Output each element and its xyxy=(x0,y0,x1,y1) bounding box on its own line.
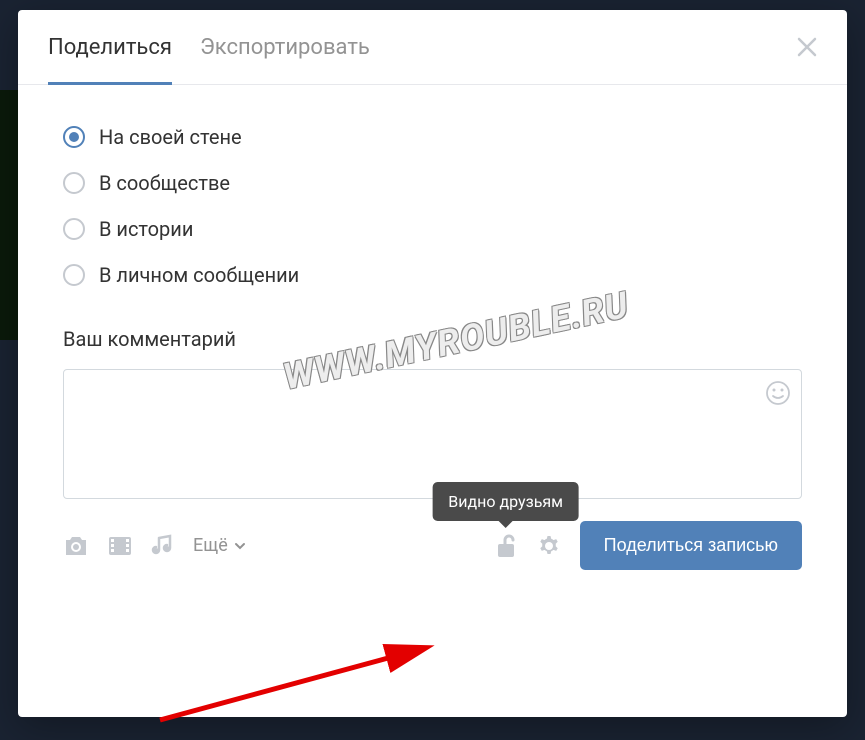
modal-body: На своей стене В сообществе В истории В … xyxy=(18,85,847,717)
radio-circle-icon xyxy=(63,218,85,240)
radio-label: В сообществе xyxy=(99,171,230,195)
attach-photo-button[interactable] xyxy=(63,534,89,558)
attach-audio-button[interactable] xyxy=(151,534,175,558)
share-target-radio-group: На своей стене В сообществе В истории В … xyxy=(63,125,802,287)
share-submit-button[interactable]: Поделиться записью xyxy=(580,521,802,570)
radio-label: На своей стене xyxy=(99,125,242,149)
attach-video-button[interactable] xyxy=(107,534,133,558)
music-icon xyxy=(151,534,175,558)
camera-icon xyxy=(63,534,89,558)
radio-circle-icon xyxy=(63,172,85,194)
comment-label: Ваш комментарий xyxy=(63,327,802,351)
tabs: Поделиться Экспортировать xyxy=(48,10,370,84)
comment-box xyxy=(63,369,802,499)
radio-circle-icon xyxy=(63,126,85,148)
privacy-button[interactable] xyxy=(494,533,518,559)
emoji-icon xyxy=(765,380,791,406)
video-icon xyxy=(107,534,133,558)
share-modal: Поделиться Экспортировать На своей стене… xyxy=(18,10,847,717)
modal-header: Поделиться Экспортировать xyxy=(18,10,847,85)
gear-icon xyxy=(536,533,562,559)
radio-story[interactable]: В истории xyxy=(63,217,802,241)
comment-textarea[interactable] xyxy=(64,370,801,498)
chevron-down-icon xyxy=(233,539,247,553)
more-label: Ещё xyxy=(193,535,228,556)
settings-button[interactable] xyxy=(536,533,562,559)
emoji-button[interactable] xyxy=(765,380,791,410)
more-attachments-button[interactable]: Ещё xyxy=(193,535,247,556)
radio-community[interactable]: В сообществе xyxy=(63,171,802,195)
close-icon xyxy=(796,36,818,58)
tab-export[interactable]: Экспортировать xyxy=(200,10,370,85)
modal-footer: Ещё Видно друзьям Поделиться записью xyxy=(63,521,802,570)
radio-private-message[interactable]: В личном сообщении xyxy=(63,263,802,287)
radio-label: В истории xyxy=(99,217,193,241)
privacy-tooltip: Видно друзьям xyxy=(432,482,579,521)
close-button[interactable] xyxy=(792,32,822,62)
lock-open-icon xyxy=(494,533,518,559)
radio-circle-icon xyxy=(63,264,85,286)
tab-share[interactable]: Поделиться xyxy=(48,10,172,85)
radio-label: В личном сообщении xyxy=(99,263,299,287)
radio-own-wall[interactable]: На своей стене xyxy=(63,125,802,149)
